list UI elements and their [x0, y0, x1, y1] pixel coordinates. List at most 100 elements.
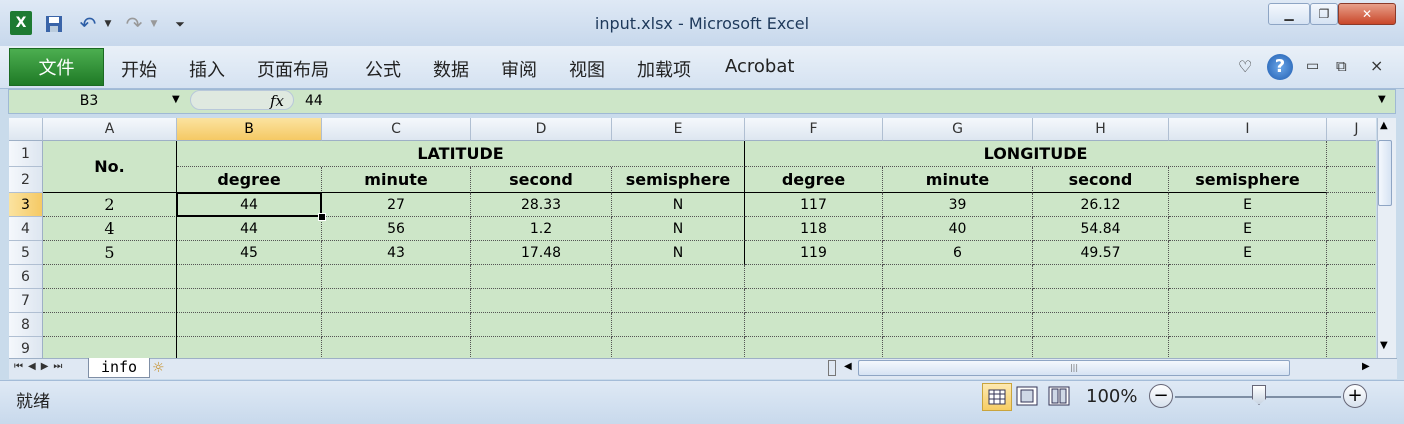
tab-acrobat[interactable]: Acrobat [725, 56, 794, 77]
restore-button[interactable]: ❐ [1310, 3, 1338, 25]
cell[interactable]: E [1169, 193, 1327, 217]
cell[interactable] [612, 265, 745, 289]
cell[interactable] [471, 337, 612, 358]
tab-data[interactable]: 数据 [433, 56, 469, 82]
cell[interactable]: 45 [177, 241, 322, 265]
cell[interactable] [322, 289, 471, 313]
file-tab[interactable]: 文件 [9, 48, 104, 86]
cell[interactable] [1327, 313, 1376, 337]
zoom-level[interactable]: 100% [1086, 386, 1137, 407]
cell[interactable] [1327, 241, 1376, 265]
horizontal-scroll-thumb[interactable]: ||| [858, 360, 1290, 376]
normal-view-icon[interactable] [982, 383, 1012, 411]
cell[interactable] [1169, 313, 1327, 337]
fill-handle[interactable] [318, 213, 326, 221]
cell[interactable] [1327, 141, 1376, 167]
row-header-7[interactable]: 7 [9, 289, 43, 313]
column-header-d[interactable]: D [471, 118, 612, 141]
cell[interactable] [322, 265, 471, 289]
name-box[interactable]: B3 [10, 90, 168, 112]
header-latitude[interactable]: LATITUDE [177, 141, 745, 167]
help-icon[interactable]: ? [1267, 54, 1293, 80]
subheader-lat-minute[interactable]: minute [322, 167, 471, 193]
cell[interactable] [883, 265, 1033, 289]
subheader-lat-semisphere[interactable]: semisphere [612, 167, 745, 193]
header-no[interactable]: No. [43, 141, 177, 193]
cell[interactable] [883, 313, 1033, 337]
row-header-8[interactable]: 8 [9, 313, 43, 337]
collapse-ribbon-icon[interactable]: ♡ [1238, 57, 1252, 76]
cell[interactable] [745, 289, 883, 313]
row-header-9[interactable]: 9 [9, 337, 43, 358]
cell[interactable]: 56 [322, 217, 471, 241]
cell[interactable] [471, 289, 612, 313]
page-layout-view-icon[interactable] [1016, 386, 1038, 410]
row-header-5[interactable]: 5 [9, 241, 43, 265]
cell[interactable] [43, 337, 177, 358]
row-header-1[interactable]: 1 [9, 141, 43, 167]
workbook-minimize-icon[interactable]: ▭ [1306, 58, 1319, 74]
cell[interactable]: 39 [883, 193, 1033, 217]
cell[interactable]: 4 [43, 217, 177, 241]
row-header-2[interactable]: 2 [9, 167, 43, 193]
cell[interactable] [1033, 265, 1169, 289]
cell[interactable] [177, 289, 322, 313]
cell[interactable]: 1.2 [471, 217, 612, 241]
cell[interactable]: 119 [745, 241, 883, 265]
cell[interactable] [177, 265, 322, 289]
cell[interactable]: N [612, 193, 745, 217]
cell[interactable] [177, 337, 322, 358]
cell[interactable] [883, 337, 1033, 358]
cell[interactable] [1033, 313, 1169, 337]
cell[interactable]: 118 [745, 217, 883, 241]
subheader-lon-second[interactable]: second [1033, 167, 1169, 193]
tab-page-layout[interactable]: 页面布局 [257, 56, 329, 82]
cell[interactable]: 5 [43, 241, 177, 265]
cell[interactable] [471, 313, 612, 337]
insert-sheet-icon[interactable]: ☼ [152, 360, 165, 376]
cell[interactable]: 28.33 [471, 193, 612, 217]
cell[interactable] [322, 337, 471, 358]
cell[interactable]: 26.12 [1033, 193, 1169, 217]
cell[interactable]: 2 [43, 193, 177, 217]
cell[interactable] [471, 265, 612, 289]
select-all-corner[interactable] [9, 118, 43, 141]
sheet-nav-icon[interactable]: ⏮◀▶⏭ [14, 361, 67, 372]
cell[interactable] [1327, 167, 1376, 193]
cell[interactable]: N [612, 217, 745, 241]
tab-review[interactable]: 审阅 [501, 56, 537, 82]
cell[interactable]: 27 [322, 193, 471, 217]
cell[interactable] [43, 265, 177, 289]
cell[interactable] [1327, 289, 1376, 313]
cell[interactable]: E [1169, 217, 1327, 241]
tab-home[interactable]: 开始 [121, 56, 157, 82]
cell[interactable]: 49.57 [1033, 241, 1169, 265]
scroll-up-icon[interactable]: ▲ [1380, 120, 1388, 131]
header-longitude[interactable]: LONGITUDE [745, 141, 1327, 167]
column-header-g[interactable]: G [883, 118, 1033, 141]
column-header-f[interactable]: F [745, 118, 883, 141]
column-header-c[interactable]: C [322, 118, 471, 141]
cell[interactable]: 17.48 [471, 241, 612, 265]
tab-view[interactable]: 视图 [569, 56, 605, 82]
page-break-view-icon[interactable] [1048, 386, 1070, 410]
column-header-j[interactable]: J [1327, 118, 1376, 141]
cell[interactable]: 6 [883, 241, 1033, 265]
subheader-lat-second[interactable]: second [471, 167, 612, 193]
column-header-h[interactable]: H [1033, 118, 1169, 141]
column-header-e[interactable]: E [612, 118, 745, 141]
subheader-lat-degree[interactable]: degree [177, 167, 322, 193]
cell[interactable] [1327, 217, 1376, 241]
workbook-restore-icon[interactable]: ⧉ [1336, 57, 1347, 75]
cell[interactable] [322, 313, 471, 337]
tab-addins[interactable]: 加载项 [637, 56, 691, 82]
cell[interactable] [745, 337, 883, 358]
row-header-4[interactable]: 4 [9, 217, 43, 241]
cell[interactable]: N [612, 241, 745, 265]
sheet-tab-info[interactable]: info [88, 358, 150, 378]
scroll-left-icon[interactable]: ◀ [844, 361, 852, 372]
cell[interactable] [745, 265, 883, 289]
zoom-out-button[interactable]: − [1149, 384, 1173, 408]
horizontal-split-handle[interactable] [828, 360, 836, 376]
expand-formula-bar-icon[interactable]: ▼ [1378, 94, 1386, 105]
